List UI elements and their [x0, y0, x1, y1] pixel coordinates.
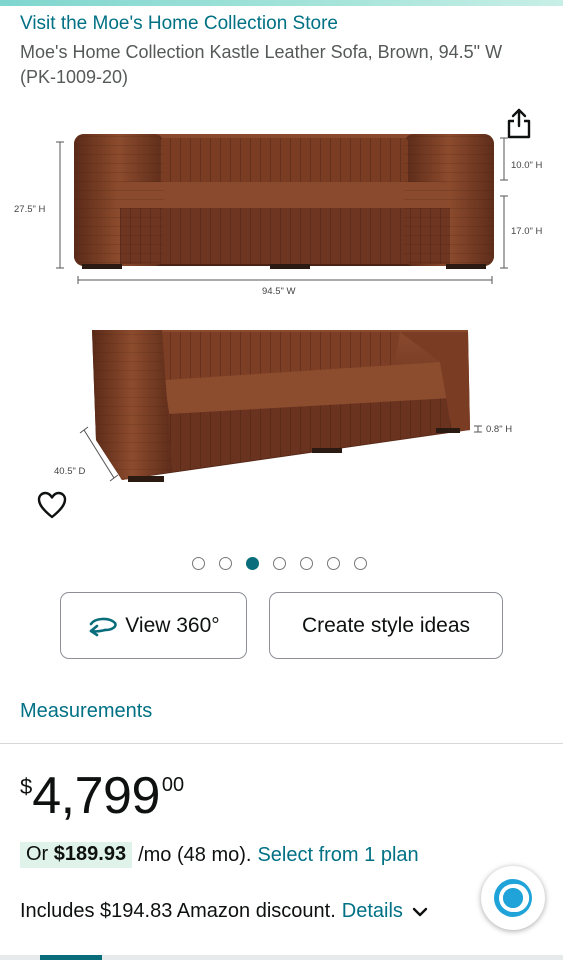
carousel-dot[interactable] [273, 557, 286, 570]
arm-height-label: 10.0" H [511, 160, 543, 171]
carousel-dot[interactable] [354, 557, 367, 570]
sofa-angled-view [92, 330, 470, 482]
alexa-icon[interactable] [481, 866, 545, 930]
discount-text: Includes $194.83 Amazon discount. [20, 900, 336, 922]
price-whole: 4,799 [32, 767, 160, 825]
discount-details-link[interactable]: Details [342, 900, 403, 923]
sofa-images: 27.5" H 94.5" W 10.0" H 17.0" H 0.8" H 4… [14, 134, 543, 482]
seat-height-label: 17.0" H [511, 226, 543, 237]
financing-term: /mo (48 mo). [138, 843, 252, 866]
select-plan-link[interactable]: Select from 1 plan [257, 844, 418, 867]
measurements-link[interactable]: Measurements [20, 700, 152, 723]
monthly-payment-badge: Or $189.93 [20, 842, 133, 868]
price-fraction: 00 [161, 774, 185, 796]
product-image-gallery[interactable]: 27.5" H 94.5" W 10.0" H 17.0" H 0.8" H 4… [0, 100, 563, 540]
width-label: 94.5" W [262, 286, 296, 297]
heart-icon[interactable] [36, 490, 68, 520]
carousel-dot[interactable] [219, 557, 232, 570]
leg-height-label: 0.8" H [486, 424, 512, 435]
sofa-front-view [74, 134, 494, 269]
create-style-ideas-button[interactable]: Create style ideas [269, 592, 503, 659]
carousel-dot[interactable] [192, 557, 205, 570]
product-title: Moe's Home Collection Kastle Leather Sof… [20, 42, 503, 87]
section-divider [0, 743, 563, 744]
price-symbol: $ [20, 774, 33, 799]
image-carousel-dots [192, 557, 367, 571]
carousel-dot[interactable] [327, 557, 340, 570]
carousel-dot-active[interactable] [246, 557, 259, 570]
top-accent-bar [0, 0, 563, 6]
depth-label: 40.5" D [54, 466, 86, 477]
carousel-dot[interactable] [300, 557, 313, 570]
monthly-amount: $189.93 [53, 843, 127, 865]
create-style-ideas-label: Create style ideas [301, 613, 471, 637]
rotate-360-icon [89, 617, 118, 636]
store-link[interactable]: Visit the Moe's Home Collection Store [20, 13, 338, 35]
view-360-button[interactable]: View 360° [60, 592, 247, 659]
height-total-label: 27.5" H [14, 204, 46, 215]
bottom-tab-indicator [40, 955, 102, 960]
share-icon[interactable] [504, 106, 534, 140]
financing-or-text: Or [26, 843, 49, 865]
view-360-label: View 360° [125, 613, 220, 637]
discount-row: Includes $194.83 Amazon discount. Detail… [20, 900, 429, 923]
price: $ 4,799 00 [20, 768, 184, 824]
financing-row: Or $189.93 /mo (48 mo). Select from 1 pl… [20, 842, 419, 868]
chevron-down-icon[interactable] [411, 906, 429, 918]
